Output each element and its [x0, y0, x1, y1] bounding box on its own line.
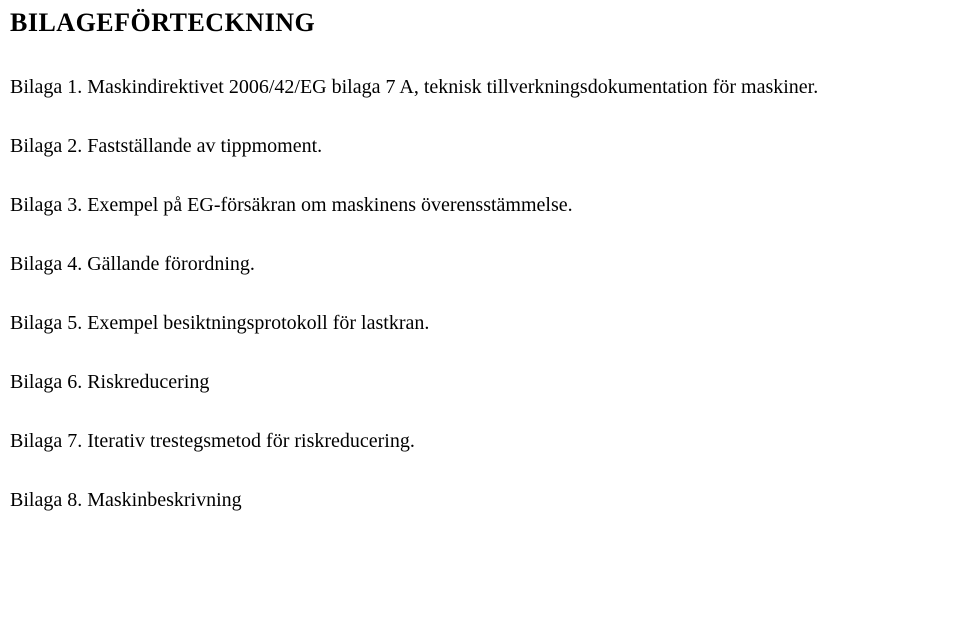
page-title: BILAGEFÖRTECKNING: [10, 8, 939, 38]
list-item: Bilaga 8. Maskinbeskrivning: [10, 487, 939, 514]
list-item: Bilaga 5. Exempel besiktningsprotokoll f…: [10, 310, 939, 337]
list-item: Bilaga 1. Maskindirektivet 2006/42/EG bi…: [10, 74, 939, 101]
list-item: Bilaga 4. Gällande förordning.: [10, 251, 939, 278]
list-item: Bilaga 2. Fastställande av tippmoment.: [10, 133, 939, 160]
list-item: Bilaga 6. Riskreducering: [10, 369, 939, 396]
document-page: BILAGEFÖRTECKNING Bilaga 1. Maskindirekt…: [0, 0, 959, 534]
list-item: Bilaga 7. Iterativ trestegsmetod för ris…: [10, 428, 939, 455]
list-item: Bilaga 3. Exempel på EG-försäkran om mas…: [10, 192, 939, 219]
